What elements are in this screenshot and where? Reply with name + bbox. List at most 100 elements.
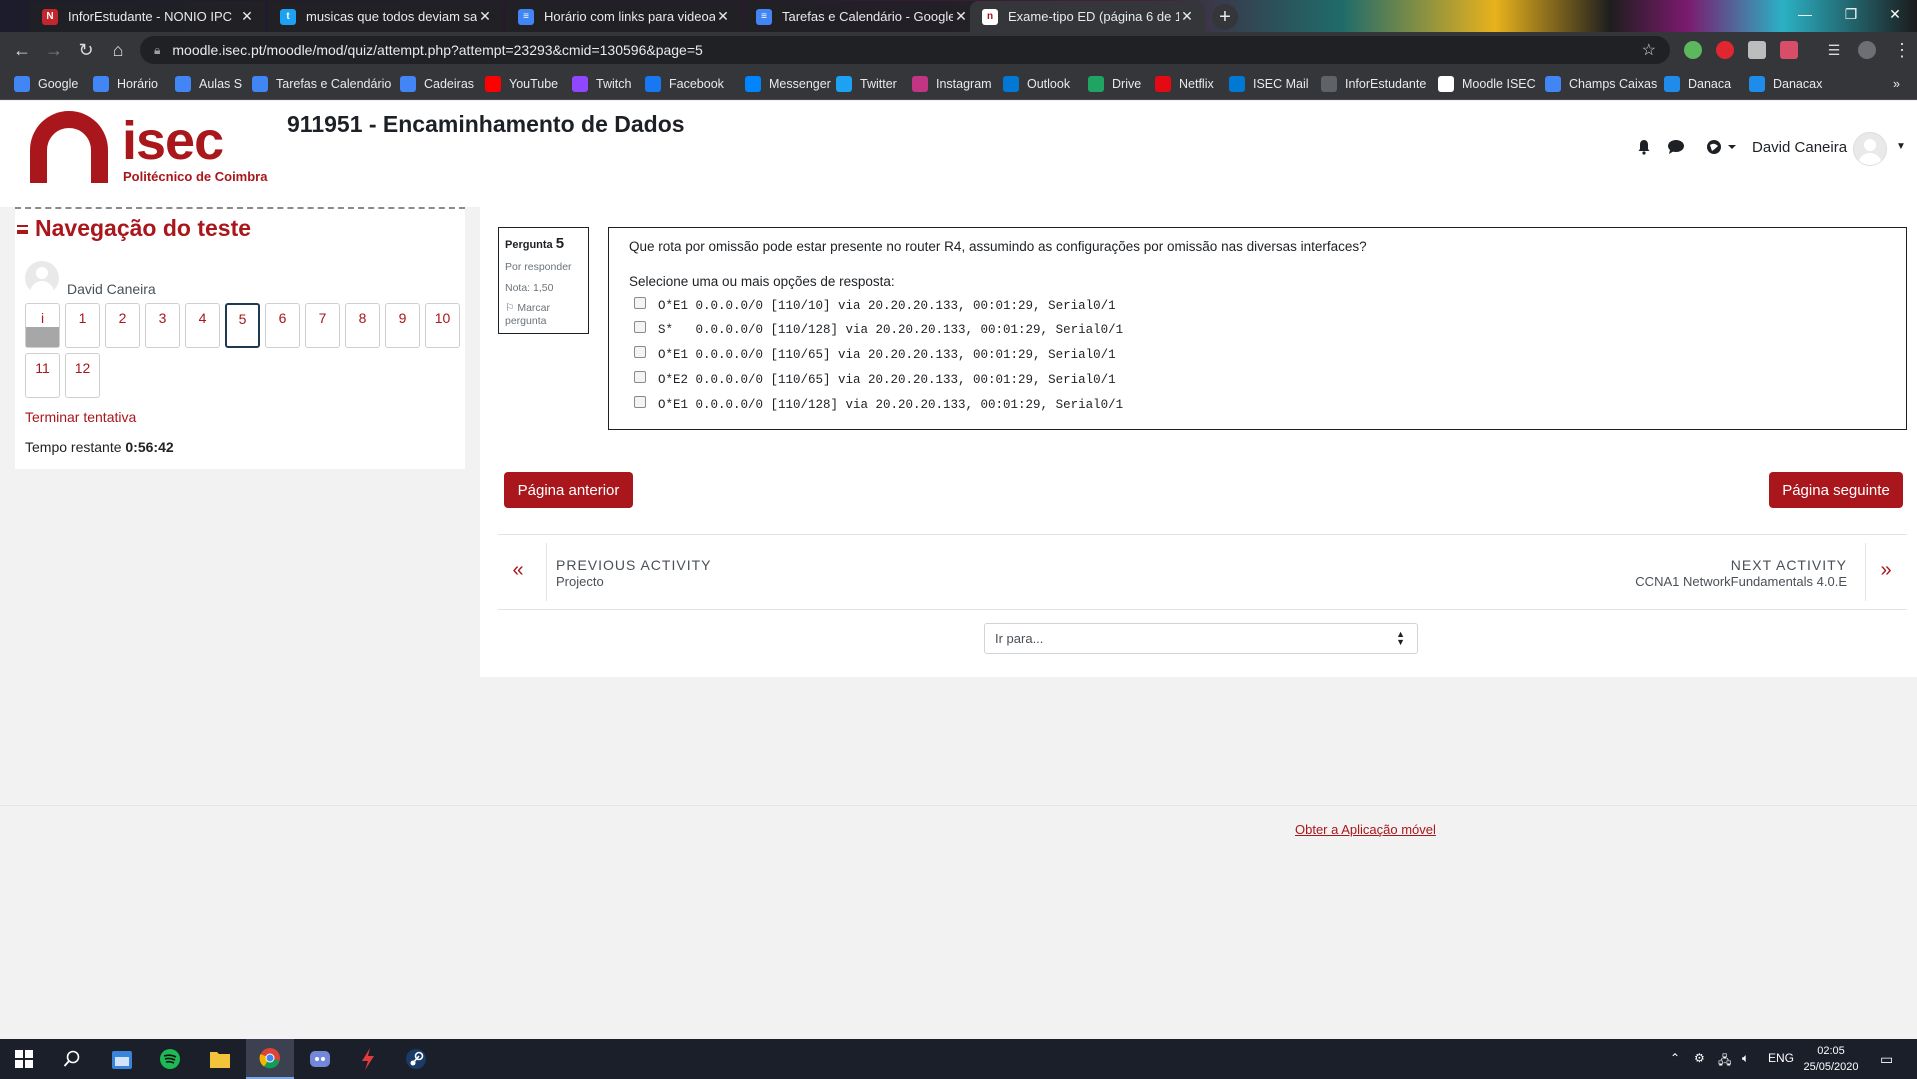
bookmark-danacax[interactable]: Danacax [1749, 68, 1822, 100]
reload-icon[interactable]: ↻ [74, 38, 98, 62]
windows-start-icon[interactable] [0, 1039, 48, 1079]
media-icon[interactable]: ☰ [1822, 38, 1846, 62]
answer-option[interactable]: O*E2 0.0.0.0/0 [110/65] via 20.20.20.133… [634, 370, 1116, 390]
extension-icon[interactable] [1716, 41, 1734, 59]
question-button[interactable]: 11 [25, 353, 60, 398]
bookmark-moodle-isec[interactable]: Moodle ISEC [1438, 68, 1536, 100]
browser-tab[interactable]: ≡ Tarefas e Calendário - Google Docs ✕ [744, 1, 979, 32]
close-icon[interactable]: ✕ [239, 8, 255, 25]
search-icon[interactable] [48, 1039, 96, 1079]
minimize-button[interactable]: — [1782, 0, 1828, 30]
menu-icon[interactable]: ⋮ [1890, 38, 1914, 62]
system-clock[interactable]: 02:05 25/05/2020 [1800, 1043, 1862, 1075]
mobile-app-link[interactable]: Obter a Aplicação móvel [1295, 822, 1436, 837]
question-button[interactable]: 2 [105, 303, 140, 348]
calendar-app-icon[interactable] [98, 1039, 146, 1079]
browser-tab[interactable]: t musicas que todos deviam saber ✕ [268, 1, 503, 32]
bookmark-instagram[interactable]: Instagram [912, 68, 992, 100]
bookmark-outlook[interactable]: Outlook [1003, 68, 1070, 100]
steam-tray-icon[interactable]: ⚙ [1694, 1051, 1705, 1065]
file-explorer-icon[interactable] [196, 1039, 244, 1079]
bookmark-aulas-s[interactable]: Aulas S [175, 68, 242, 100]
finish-attempt-link[interactable]: Terminar tentativa [25, 409, 136, 425]
question-button[interactable]: 4 [185, 303, 220, 348]
bookmark-twitter[interactable]: Twitter [836, 68, 897, 100]
close-icon[interactable]: ✕ [1179, 8, 1195, 25]
network-icon[interactable]: 🖧︎ [1718, 1051, 1731, 1072]
bell-icon[interactable] [1634, 139, 1654, 159]
question-button[interactable]: 5 [225, 303, 260, 348]
language-indicator[interactable]: ENG [1768, 1051, 1794, 1065]
extension-icon[interactable] [1684, 41, 1702, 59]
extension-icon[interactable] [1748, 41, 1766, 59]
bookmark-inforestudante[interactable]: InforEstudante [1321, 68, 1426, 100]
close-icon[interactable]: ✕ [477, 8, 493, 25]
question-button[interactable]: 6 [265, 303, 300, 348]
question-button[interactable]: 1 [65, 303, 100, 348]
bookmark-youtube[interactable]: YouTube [485, 68, 558, 100]
question-button[interactable]: 12 [65, 353, 100, 398]
restore-button[interactable]: ❐ [1828, 0, 1874, 30]
next-activity-name[interactable]: CCNA1 NetworkFundamentals 4.0.E [1635, 574, 1847, 589]
close-window-button[interactable]: ✕ [1872, 0, 1917, 30]
jump-to-select[interactable]: Ir para... ▲ ▼ [984, 623, 1418, 654]
question-button[interactable]: 8 [345, 303, 380, 348]
bookmark-twitch[interactable]: Twitch [572, 68, 631, 100]
checkbox[interactable] [634, 371, 646, 383]
user-menu-name[interactable]: David Caneira [1752, 139, 1847, 156]
discord-icon[interactable] [296, 1039, 344, 1079]
browser-tab[interactable]: ≡ Horário com links para videoaulas ✕ [506, 1, 741, 32]
home-icon[interactable]: ⌂ [106, 38, 130, 62]
bookmark-drive[interactable]: Drive [1088, 68, 1141, 100]
answer-option[interactable]: O*E1 0.0.0.0/0 [110/10] via 20.20.20.133… [634, 296, 1116, 316]
bookmark-facebook[interactable]: Facebook [645, 68, 724, 100]
bookmark-isec-mail[interactable]: ISEC Mail [1229, 68, 1309, 100]
double-chevron-left-icon[interactable]: « [508, 559, 528, 582]
previous-activity-label[interactable]: PREVIOUS ACTIVITY [556, 557, 711, 573]
bolt-app-icon[interactable] [344, 1039, 392, 1079]
browser-tab-active[interactable]: n Exame-tipo ED (página 6 de 13) ✕ [970, 1, 1205, 32]
forward-icon[interactable]: → [42, 38, 66, 62]
bookmark-messenger[interactable]: Messenger [745, 68, 831, 100]
bookmark-google[interactable]: Google [14, 68, 78, 100]
checkbox[interactable] [634, 346, 646, 358]
answer-option[interactable]: S* 0.0.0.0/0 [110/128] via 20.20.20.133,… [634, 320, 1123, 340]
spotify-icon[interactable] [146, 1039, 194, 1079]
chevron-down-icon[interactable]: ▼ [1891, 137, 1911, 157]
question-button[interactable]: 9 [385, 303, 420, 348]
notifications-icon[interactable]: ▭ [1880, 1051, 1893, 1068]
checkbox[interactable] [634, 396, 646, 408]
bookmarks-overflow-icon[interactable]: » [1893, 68, 1900, 100]
next-activity-label[interactable]: NEXT ACTIVITY [1731, 557, 1847, 573]
bookmark-hor-rio[interactable]: Horário [93, 68, 158, 100]
back-icon[interactable]: ← [10, 38, 34, 62]
checkbox[interactable] [634, 321, 646, 333]
question-button[interactable]: 7 [305, 303, 340, 348]
browser-tab[interactable]: N InforEstudante - NONIO IPC ✕ [30, 1, 265, 32]
double-chevron-right-icon[interactable]: » [1876, 559, 1896, 582]
answer-option[interactable]: O*E1 0.0.0.0/0 [110/128] via 20.20.20.13… [634, 395, 1123, 415]
previous-page-button[interactable]: Página anterior [504, 472, 633, 508]
next-page-button[interactable]: Página seguinte [1769, 472, 1903, 508]
profile-avatar[interactable] [1858, 41, 1876, 59]
language-icon[interactable] [1704, 139, 1740, 159]
bookmark-champs-caixas[interactable]: Champs Caixas [1545, 68, 1657, 100]
quiz-info-button[interactable]: i [25, 303, 60, 348]
answer-option[interactable]: O*E1 0.0.0.0/0 [110/65] via 20.20.20.133… [634, 345, 1116, 365]
bookmark-cadeiras[interactable]: Cadeiras [400, 68, 474, 100]
previous-activity-name[interactable]: Projecto [556, 574, 604, 589]
isec-logo[interactable]: isec Politécnico de Coimbra [30, 111, 270, 191]
star-icon[interactable]: ☆ [1642, 40, 1656, 60]
hamburger-icon[interactable] [17, 225, 28, 234]
new-tab-button[interactable]: + [1212, 4, 1238, 30]
flag-question[interactable]: ⚐ Marcar pergunta [505, 302, 582, 328]
bookmark-netflix[interactable]: Netflix [1155, 68, 1214, 100]
question-button[interactable]: 10 [425, 303, 460, 348]
bookmark-tarefas-e-calend-rio[interactable]: Tarefas e Calendário [252, 68, 391, 100]
close-icon[interactable]: ✕ [953, 8, 969, 25]
bookmark-danaca[interactable]: Danaca [1664, 68, 1731, 100]
avatar[interactable] [1853, 132, 1887, 166]
chrome-icon[interactable] [246, 1039, 294, 1079]
steam-icon[interactable] [392, 1039, 440, 1079]
close-icon[interactable]: ✕ [715, 8, 731, 25]
